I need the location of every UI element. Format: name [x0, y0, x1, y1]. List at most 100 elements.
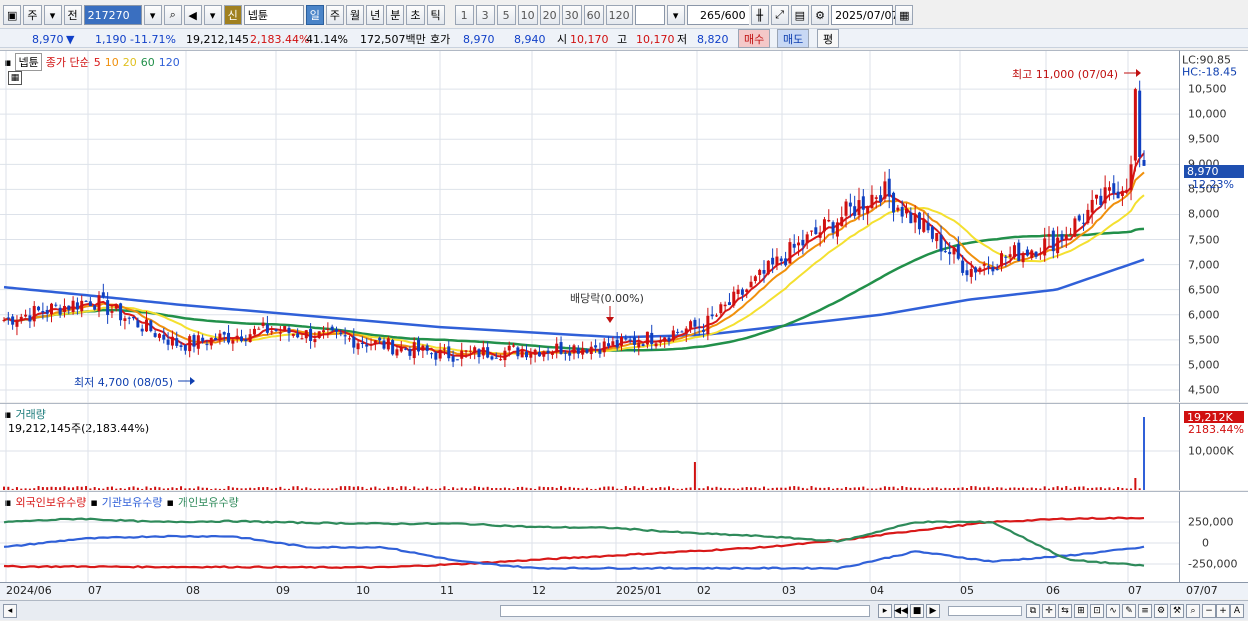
zoom-out-icon[interactable]: −	[1202, 604, 1216, 618]
save-icon[interactable]: ▤	[790, 5, 810, 25]
volume-bar	[862, 486, 865, 490]
volume: 19,212,145	[186, 32, 249, 46]
interval-60[interactable]: 60	[583, 5, 604, 25]
rewind-icon[interactable]: ◀◀	[894, 604, 908, 618]
period-minute[interactable]: 분	[386, 5, 405, 25]
candle-body	[995, 269, 999, 271]
volume-bar	[1048, 488, 1050, 490]
period-day[interactable]: 일	[305, 5, 324, 25]
volume-bar	[706, 486, 709, 490]
zoom-slider[interactable]	[948, 606, 1022, 616]
period-year[interactable]: 년	[366, 5, 385, 25]
chevron-down-icon[interactable]: ▾	[43, 5, 62, 25]
interval-20[interactable]: 20	[539, 5, 560, 25]
zoom-search-icon[interactable]: ⌕	[1186, 604, 1200, 618]
buy-button[interactable]: 매수	[738, 29, 771, 48]
x-axis-label: 12	[532, 584, 546, 597]
stock-type-select[interactable]: 주	[23, 5, 42, 25]
volume-bar	[607, 486, 610, 490]
settings-icon[interactable]: ⚒	[1170, 604, 1184, 618]
interval-1[interactable]: 1	[454, 5, 474, 25]
search-icon[interactable]: ⌕	[163, 5, 182, 25]
chart-tool-icon[interactable]: ⤢	[770, 5, 789, 25]
volume-bar	[370, 487, 373, 490]
period-month[interactable]: 월	[346, 5, 365, 25]
scroll-thumb[interactable]	[500, 605, 870, 617]
candle-body	[537, 351, 541, 357]
arrange-icon[interactable]: ≡	[1138, 604, 1152, 618]
candle-type-icon[interactable]: ╫	[750, 5, 769, 25]
volume-bar	[335, 488, 338, 490]
pattern-icon[interactable]: ∿	[1106, 604, 1120, 618]
calendar-icon[interactable]: ▦	[895, 5, 914, 25]
speaker-dropdown-icon[interactable]: ▾	[203, 5, 222, 25]
window-icon[interactable]: ▣	[3, 5, 22, 25]
candle-body	[6, 317, 10, 319]
volume-bar	[54, 487, 57, 490]
interval-3[interactable]: 3	[475, 5, 495, 25]
custom-interval-input[interactable]	[634, 5, 665, 25]
interval-10[interactable]: 10	[517, 5, 538, 25]
interval-5[interactable]: 5	[496, 5, 516, 25]
zoom-in-icon[interactable]: +	[1216, 604, 1230, 618]
code-dropdown-icon[interactable]: ▾	[143, 5, 162, 25]
candle-body	[615, 339, 619, 348]
volume-bar	[754, 487, 757, 490]
stop-icon[interactable]: ■	[910, 604, 924, 618]
scroll-bar[interactable]: ◂ ▸ ◀◀ ■ ▶ ⧉ ✛ ⇆ ⊞ ⊡ ∿ ✎ ≡ ⚙ ⚒ ⌕ − + A	[0, 600, 1248, 620]
open-price: 10,170	[570, 32, 609, 46]
candle-body	[974, 267, 978, 273]
candle-body	[822, 219, 826, 232]
font-size-icon[interactable]: A	[1230, 604, 1244, 618]
x-axis-label: 09	[276, 584, 290, 597]
period-second[interactable]: 초	[406, 5, 425, 25]
candle-body	[119, 303, 123, 321]
candle-body	[430, 353, 433, 355]
holding-ytick-1: 250,000	[1188, 515, 1234, 529]
volume-bar	[598, 487, 601, 490]
volume-bar	[974, 486, 977, 490]
period-tick[interactable]: 틱	[426, 5, 445, 25]
candle-body	[853, 206, 857, 216]
date-input[interactable]: 2025/07/07	[831, 5, 898, 25]
compare-icon[interactable]: ⇆	[1058, 604, 1072, 618]
indicator-icon[interactable]: ⊞	[1074, 604, 1088, 618]
interval-30[interactable]: 30	[561, 5, 582, 25]
gear-icon[interactable]: ⚙	[811, 5, 830, 25]
volume-bar	[279, 486, 282, 490]
scroll-right-icon[interactable]: ▸	[878, 604, 892, 618]
candle-body	[848, 202, 852, 207]
x-axis: 2024/06 07 08 09 10 11 12 2025/01 02 03 04 05 06 07 0…	[0, 582, 1248, 599]
candle-body	[637, 342, 641, 348]
prev-button[interactable]: 전	[63, 5, 82, 25]
crosshair-icon[interactable]: ✛	[1042, 604, 1056, 618]
scroll-left-icon[interactable]: ◂	[3, 604, 17, 618]
candle-body	[468, 350, 472, 352]
play-icon[interactable]: ▶	[926, 604, 940, 618]
x-axis-label: 05	[960, 584, 974, 597]
volume-bar	[352, 486, 355, 490]
interval-120[interactable]: 120	[605, 5, 633, 25]
count-input[interactable]: 265	[700, 9, 721, 22]
period-week[interactable]: 주	[325, 5, 345, 25]
copy-icon[interactable]: ⧉	[1026, 604, 1040, 618]
avg-button[interactable]: 평	[817, 29, 840, 48]
candle-body	[632, 337, 636, 345]
overlay-icon[interactable]: ⊡	[1090, 604, 1104, 618]
sell-button[interactable]: 매도	[777, 29, 810, 48]
candle-body	[166, 339, 170, 345]
volume-bar	[495, 487, 498, 490]
candle-body	[1073, 218, 1077, 237]
stock-code-input[interactable]: 217270	[83, 5, 142, 25]
volume-bar	[309, 488, 312, 490]
candle-body	[542, 351, 546, 357]
volume-bar	[383, 488, 385, 490]
tools-icon[interactable]: ✎	[1122, 604, 1136, 618]
volume-bar	[819, 487, 822, 490]
candle-body	[870, 194, 874, 209]
interval-dropdown-icon[interactable]: ▾	[666, 5, 685, 25]
volume-bar	[1104, 488, 1107, 490]
speaker-icon[interactable]: ◀	[183, 5, 202, 25]
gear-small-icon[interactable]: ⚙	[1154, 604, 1168, 618]
candle-body	[909, 212, 913, 224]
